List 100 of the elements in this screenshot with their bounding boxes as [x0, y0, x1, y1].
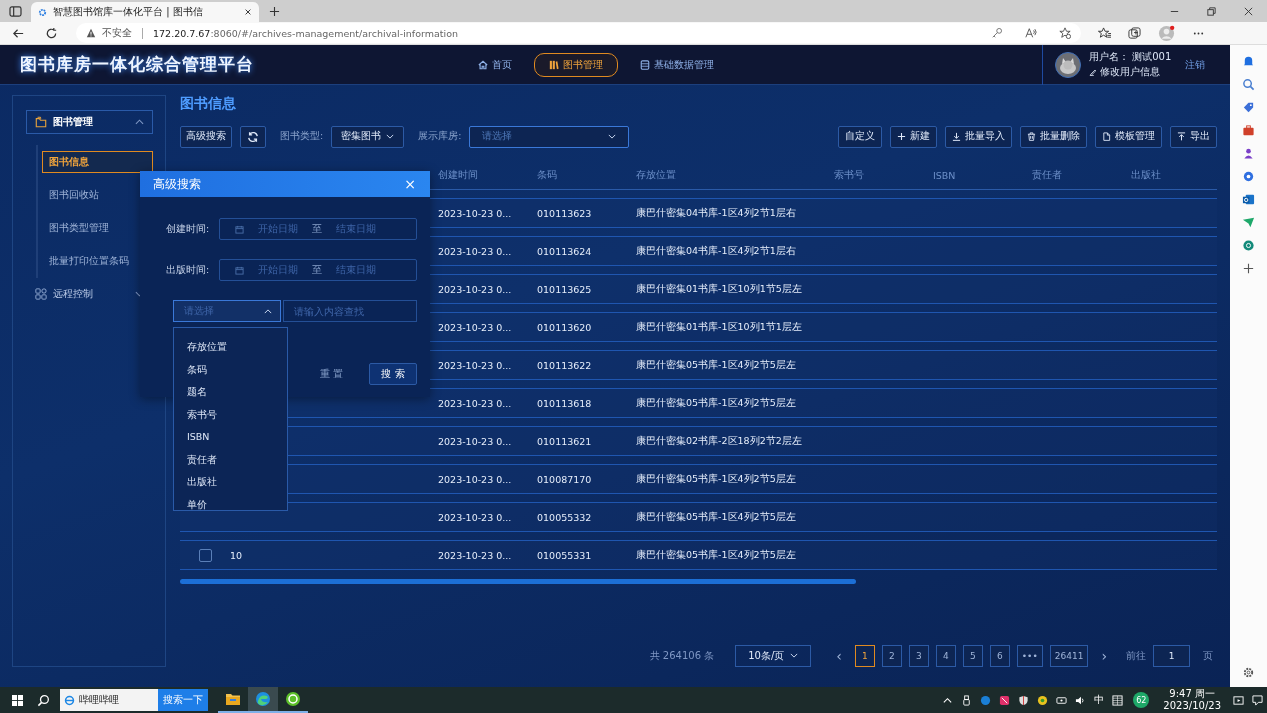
key-icon[interactable] — [991, 27, 1003, 39]
page-button[interactable]: 26411 — [1049, 644, 1089, 667]
table-cell-text: 2023-10-23 0... — [438, 435, 513, 447]
dropdown-option[interactable]: 出版社 — [174, 471, 287, 494]
toolbar-button[interactable]: 新建 — [890, 125, 937, 148]
send-icon[interactable] — [1242, 216, 1255, 229]
new-tab-icon[interactable] — [269, 6, 280, 17]
search-button[interactable]: 搜索一下 — [158, 689, 208, 711]
page-button[interactable]: 4 — [935, 644, 956, 667]
app-icon[interactable] — [1037, 694, 1049, 706]
row-checkbox[interactable] — [198, 548, 212, 562]
date-range-field[interactable]: 开始日期 至 结束日期 — [219, 218, 417, 240]
notification-icon[interactable] — [1252, 694, 1263, 706]
folder-icon — [225, 691, 241, 707]
dropdown-option[interactable]: ISBN — [174, 426, 287, 449]
close-icon[interactable] — [244, 8, 252, 16]
page-size-select[interactable]: 10条/页 — [735, 644, 812, 667]
bell-icon[interactable] — [1242, 55, 1255, 68]
briefcase-icon[interactable] — [1242, 124, 1255, 137]
date-range-field[interactable]: 开始日期 至 结束日期 — [219, 259, 417, 281]
star-icon[interactable] — [1059, 27, 1071, 39]
toolbar-button[interactable]: 批量删除 — [1020, 125, 1087, 148]
tag-icon[interactable] — [1242, 101, 1255, 114]
taskbar-search-field[interactable]: 哔哩哔哩 — [60, 689, 158, 711]
scrollbar-thumb[interactable] — [180, 579, 856, 584]
page-button[interactable]: 2 — [881, 644, 902, 667]
gear-icon — [38, 7, 47, 17]
circle-icon[interactable] — [1242, 170, 1255, 183]
search-button[interactable]: 搜 索 — [369, 363, 417, 385]
toolbar-button[interactable]: 模板管理 — [1095, 125, 1162, 148]
next-page-button[interactable]: › — [1095, 647, 1113, 664]
advanced-search-button[interactable]: 高级搜索 — [180, 125, 232, 148]
page-button[interactable]: 3 — [908, 644, 929, 667]
calendar-icon — [235, 265, 244, 275]
dropdown-option[interactable]: 责任者 — [174, 448, 287, 471]
toolbar-button[interactable]: 自定义 — [838, 125, 882, 148]
profile-icon[interactable] — [1158, 24, 1175, 42]
sidebar-group[interactable]: 图书管理 — [26, 110, 153, 134]
reset-button[interactable]: 重 置 — [313, 366, 349, 382]
desktop-icon[interactable] — [1233, 694, 1244, 706]
collections-icon[interactable] — [1128, 26, 1141, 40]
table-cell-text: 康巴什密集05书库-1区4列2节5层左 — [636, 472, 797, 486]
circle-icon[interactable] — [1242, 239, 1255, 252]
toolbar-button[interactable]: 导出 — [1170, 125, 1217, 148]
sidebar-group[interactable]: 远程控制 — [26, 282, 153, 306]
avatar[interactable] — [1055, 51, 1081, 78]
dropdown-option[interactable]: 存放位置 — [174, 336, 287, 359]
type-select[interactable]: 密集图书 — [331, 125, 405, 148]
browser-tab[interactable]: 智慧图书馆库一体化平台 | 图书信 — [31, 2, 259, 22]
nav-tab[interactable]: 基础数据管理 — [632, 53, 722, 76]
table-cell-text: 康巴什密集04书库-1区4列2节1层右 — [636, 206, 797, 220]
dropdown-option[interactable]: 索书号 — [174, 403, 287, 426]
dropdown-option[interactable]: 单价 — [174, 493, 287, 510]
dropdown-option[interactable]: 题名 — [174, 381, 287, 404]
table-cell-text: 2023-10-23 0... — [438, 207, 513, 219]
refresh-icon[interactable] — [45, 26, 58, 40]
nav-tab[interactable]: 图书管理 — [534, 52, 618, 77]
page-button[interactable]: ••• — [1016, 644, 1043, 667]
person-icon[interactable] — [1242, 147, 1255, 160]
settings-icon[interactable] — [1242, 666, 1255, 679]
input-method-indicator[interactable]: 中 — [1094, 693, 1105, 707]
mail-icon[interactable] — [1242, 193, 1255, 206]
user-name: 用户名： 测试001 — [1089, 50, 1172, 64]
close-icon[interactable] — [1243, 6, 1254, 17]
page-input[interactable]: 1 — [1153, 644, 1190, 667]
nav-tab[interactable]: 首页 — [470, 53, 520, 76]
shield-icon[interactable] — [1018, 694, 1030, 706]
edit-profile-link[interactable]: 修改用户信息 — [1100, 65, 1160, 79]
table-cell-text: 2023-10-23 0... — [438, 283, 513, 295]
page-button[interactable]: 5 — [962, 644, 983, 667]
table-cell-text: 010113622 — [537, 359, 593, 371]
refresh-button[interactable] — [240, 125, 266, 148]
table-cell-text: 010055331 — [537, 549, 593, 561]
read-aloud-icon[interactable] — [1025, 27, 1037, 39]
close-button[interactable]: × — [400, 176, 420, 192]
add-icon[interactable] — [1242, 262, 1255, 275]
dropdown-option[interactable]: 条码 — [174, 358, 287, 381]
previous-page-button[interactable]: ‹ — [830, 647, 848, 664]
windows-icon[interactable] — [12, 694, 23, 706]
tab-actions-icon[interactable] — [9, 6, 22, 17]
grid-icon[interactable] — [1112, 694, 1124, 706]
home-icon — [478, 59, 488, 70]
address-field[interactable]: 不安全 172.20.7.67:8060/#/archives-management/archival-information — [76, 23, 1081, 43]
clock-time[interactable]: 9:47 周一 — [1169, 688, 1215, 700]
search-field[interactable]: 请输入内容查找 — [283, 300, 417, 322]
restore-icon[interactable] — [1206, 6, 1217, 17]
favorites-icon[interactable] — [1098, 26, 1111, 40]
logout-link[interactable]: 注销 — [1185, 57, 1206, 72]
table-cell-text: 康巴什密集05书库-1区4列2节5层左 — [636, 396, 797, 410]
network-icon[interactable] — [1056, 694, 1068, 706]
table-cell-text: 2023-10-23 0... — [438, 549, 513, 561]
sidebar-item[interactable]: 图书信息 — [42, 151, 153, 173]
clock-date[interactable]: 2023/10/23 — [1163, 700, 1221, 712]
search-icon[interactable] — [37, 693, 50, 707]
speaker-icon[interactable] — [1075, 694, 1087, 706]
refresh-icon — [247, 130, 259, 143]
page-button[interactable]: 1 — [854, 644, 875, 667]
toolbar-button[interactable]: 批量导入 — [945, 125, 1012, 148]
app-icon[interactable] — [999, 694, 1011, 706]
page-button[interactable]: 6 — [989, 644, 1010, 667]
